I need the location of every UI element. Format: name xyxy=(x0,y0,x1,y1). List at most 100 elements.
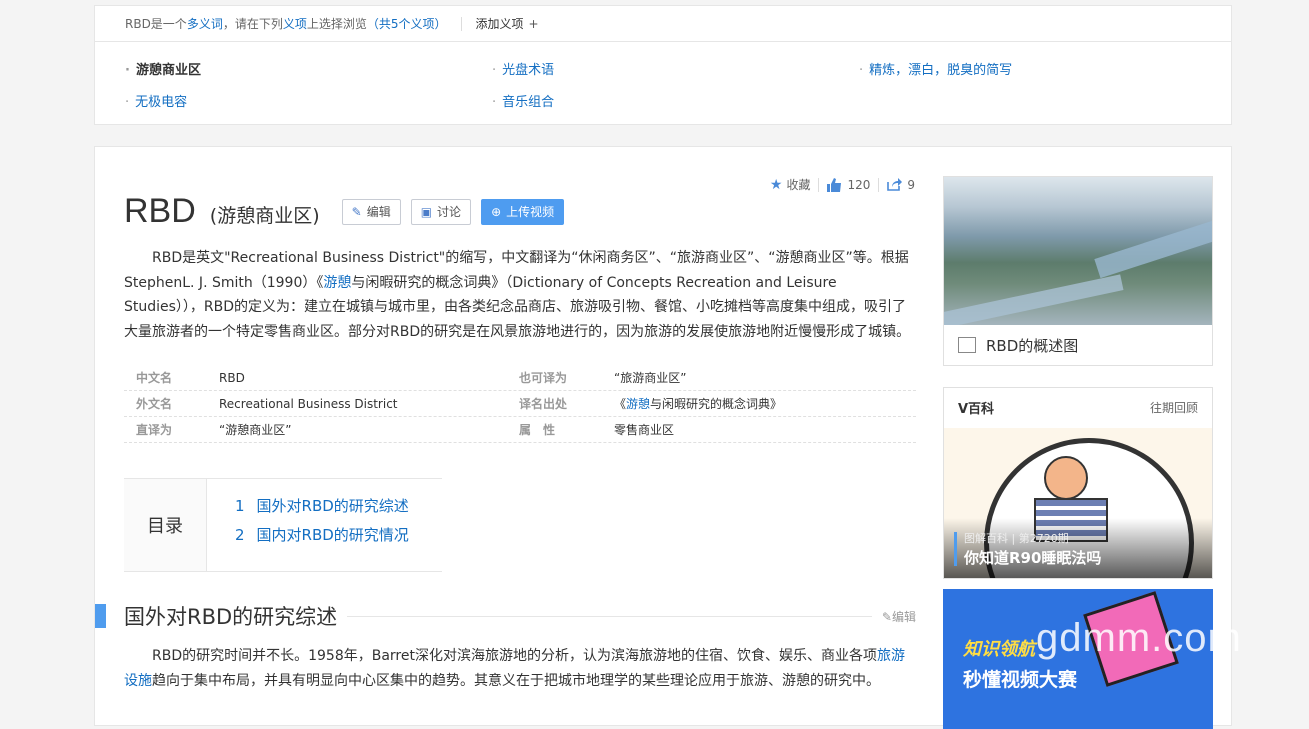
discuss-button[interactable]: ▣ 讨论 xyxy=(410,198,472,225)
divider xyxy=(460,16,462,31)
v-baike-title: V百科 xyxy=(958,401,995,417)
heading-accent-bar xyxy=(95,604,106,628)
watermark: gdmm.com xyxy=(1036,616,1242,660)
v-baike-video-thumbnail[interactable]: 图解百科 | 第2720期 你知道R90睡眠法吗 xyxy=(944,428,1212,578)
accent-bar xyxy=(954,532,957,566)
info-value-prefix: 《 xyxy=(614,397,627,411)
divider xyxy=(818,177,820,192)
para-text-b: 趋向于集中布局，并具有明显向中心区集中的趋势。其意义在于把城市地理学的某些理论应… xyxy=(152,672,880,689)
edit-label: 编辑 xyxy=(366,205,391,219)
sense-item[interactable]: 无极电容 xyxy=(125,91,187,110)
info-value-suffix: 与闲暇研究的概念词典》 xyxy=(650,397,783,411)
section-edit-button[interactable]: ✎编辑 xyxy=(882,608,916,625)
summary-image-card[interactable]: RBD的概述图 xyxy=(943,176,1213,366)
discuss-label: 讨论 xyxy=(437,205,462,219)
disambig-mid: ，请在下列 xyxy=(222,17,283,31)
info-value-link[interactable]: “游憩商业区” xyxy=(219,421,519,438)
toc-number: 1 xyxy=(235,497,245,515)
upload-video-button[interactable]: ⊕ 上传视频 xyxy=(481,198,565,225)
plus-icon: + xyxy=(528,17,539,31)
info-key: 译名出处 xyxy=(519,397,568,411)
promo-line-1: 知识领航 xyxy=(963,639,1035,660)
toc-list: 1 国外对RBD的研究综述 2 国内对RBD的研究情况 xyxy=(207,479,409,571)
info-value: RBD xyxy=(219,370,245,385)
sense-item[interactable]: 精炼，漂白，脱臭的简写 xyxy=(859,59,1012,78)
table-of-contents: 目录 1 国外对RBD的研究综述 2 国内对RBD的研究情况 xyxy=(124,478,442,572)
para-text-a: RBD的研究时间并不长。1958年，Barret深化对滨海旅游地的分析，认为滨海… xyxy=(152,648,877,664)
page-subtitle: (游憩商业区) xyxy=(209,205,320,227)
disambig-mid2: 上选择浏览 xyxy=(306,17,367,31)
star-icon: ★ xyxy=(769,176,783,193)
collect-label: 收藏 xyxy=(786,178,811,192)
v-baike-card: V百科 往期回顾 图解百科 | 第2720期 你知道R90睡眠法吗 xyxy=(943,387,1213,579)
share-icon xyxy=(887,178,903,191)
sense-item[interactable]: 光盘术语 xyxy=(492,59,554,78)
info-key: 也可译为 xyxy=(519,371,568,385)
sense-item-current: 游憩商业区 xyxy=(125,59,201,78)
info-row: 中文名 RBD 也可译为 “旅游商业区” xyxy=(124,365,916,391)
basic-info: 中文名 RBD 也可译为 “旅游商业区” 外文名 Recreational Bu… xyxy=(124,365,916,443)
stats-bar: ★ 收藏 120 9 xyxy=(770,176,915,193)
image-river xyxy=(1094,215,1212,279)
upload-label: 上传视频 xyxy=(506,205,555,219)
info-value-link[interactable]: 游憩 xyxy=(626,397,650,411)
like-button[interactable]: 120 xyxy=(827,177,871,192)
toc-text: 国外对RBD的研究综述 xyxy=(256,497,409,515)
disambiguation-header: RBD是一个 多义词 ，请在下列 义项 上选择浏览 （共5个义项） 添加义项 + xyxy=(95,6,1231,42)
comment-icon: ▣ xyxy=(420,204,433,219)
share-button[interactable]: 9 xyxy=(887,178,915,192)
heading-rule xyxy=(347,615,872,617)
image-icon xyxy=(958,337,976,353)
section-edit-label: 编辑 xyxy=(891,609,916,624)
edit-button[interactable]: ✎ 编辑 xyxy=(341,198,401,225)
video-meta: 图解百科 | 第2720期 xyxy=(964,532,1069,545)
like-count: 120 xyxy=(847,177,871,192)
sense-item[interactable]: 音乐组合 xyxy=(492,91,554,110)
image-caption: RBD的概述图 xyxy=(944,325,1212,365)
lemma-summary: RBD是英文"Recreational Business District"的缩… xyxy=(124,246,916,344)
title-row: RBD (游憩商业区) ✎ 编辑 ▣ 讨论 ⊕ 上传视频 xyxy=(124,192,565,231)
page-title: RBD xyxy=(124,192,196,230)
section-title: 国外对RBD的研究综述 xyxy=(124,605,338,629)
info-key: 属 性 xyxy=(519,423,556,437)
summary-link[interactable]: 游憩 xyxy=(323,275,351,291)
promo-line-2: 秒懂视频大赛 xyxy=(963,669,1078,691)
toc-label: 目录 xyxy=(124,479,207,571)
toc-number: 2 xyxy=(235,526,245,544)
add-sense-label: 添加义项 xyxy=(475,17,524,31)
share-count: 9 xyxy=(907,177,915,192)
info-key: 外文名 xyxy=(136,397,173,411)
image-river xyxy=(944,274,1124,325)
sense-link[interactable]: 义项 xyxy=(283,15,307,32)
info-row: 直译为 “游憩商业区” 属 性 零售商业区 xyxy=(124,417,916,443)
character-illustration xyxy=(1044,456,1088,500)
summary-image xyxy=(944,177,1212,325)
collect-button[interactable]: ★ 收藏 xyxy=(770,176,811,193)
pencil-icon: ✎ xyxy=(351,204,362,219)
v-baike-more-link[interactable]: 往期回顾 xyxy=(1150,399,1198,416)
video-title: 你知道R90睡眠法吗 xyxy=(964,549,1102,567)
add-sense-button[interactable]: 添加义项 + xyxy=(476,15,539,32)
info-row: 外文名 Recreational Business District 译名出处 … xyxy=(124,391,916,417)
section-heading: 国外对RBD的研究综述 ✎编辑 xyxy=(95,601,916,631)
v-baike-header: V百科 往期回顾 xyxy=(944,388,1212,426)
info-value: “旅游商业区” xyxy=(614,371,687,385)
upload-icon: ⊕ xyxy=(491,204,502,219)
disambiguation-panel: RBD是一个 多义词 ，请在下列 义项 上选择浏览 （共5个义项） 添加义项 + … xyxy=(94,5,1232,125)
polysemy-link[interactable]: 多义词 xyxy=(187,15,223,32)
section-paragraph: RBD的研究时间并不长。1958年，Barret深化对滨海旅游地的分析，认为滨海… xyxy=(124,644,916,693)
info-key: 直译为 xyxy=(136,423,173,437)
info-key: 中文名 xyxy=(136,371,173,385)
toc-item[interactable]: 2 国内对RBD的研究情况 xyxy=(235,524,409,553)
info-value: Recreational Business District xyxy=(219,396,398,411)
toc-text: 国内对RBD的研究情况 xyxy=(256,526,409,544)
info-value: 零售商业区 xyxy=(614,423,675,437)
disambig-prefix: RBD是一个 xyxy=(125,17,187,31)
image-caption-text: RBD的概述图 xyxy=(986,336,1079,355)
thumbs-up-icon xyxy=(827,177,842,192)
toc-item[interactable]: 1 国外对RBD的研究综述 xyxy=(235,495,409,524)
info-value: 《游憩与闲暇研究的概念词典》 xyxy=(614,395,782,412)
sense-count[interactable]: （共5个义项） xyxy=(367,15,447,32)
pencil-icon: ✎ xyxy=(881,609,892,624)
divider xyxy=(878,177,880,192)
